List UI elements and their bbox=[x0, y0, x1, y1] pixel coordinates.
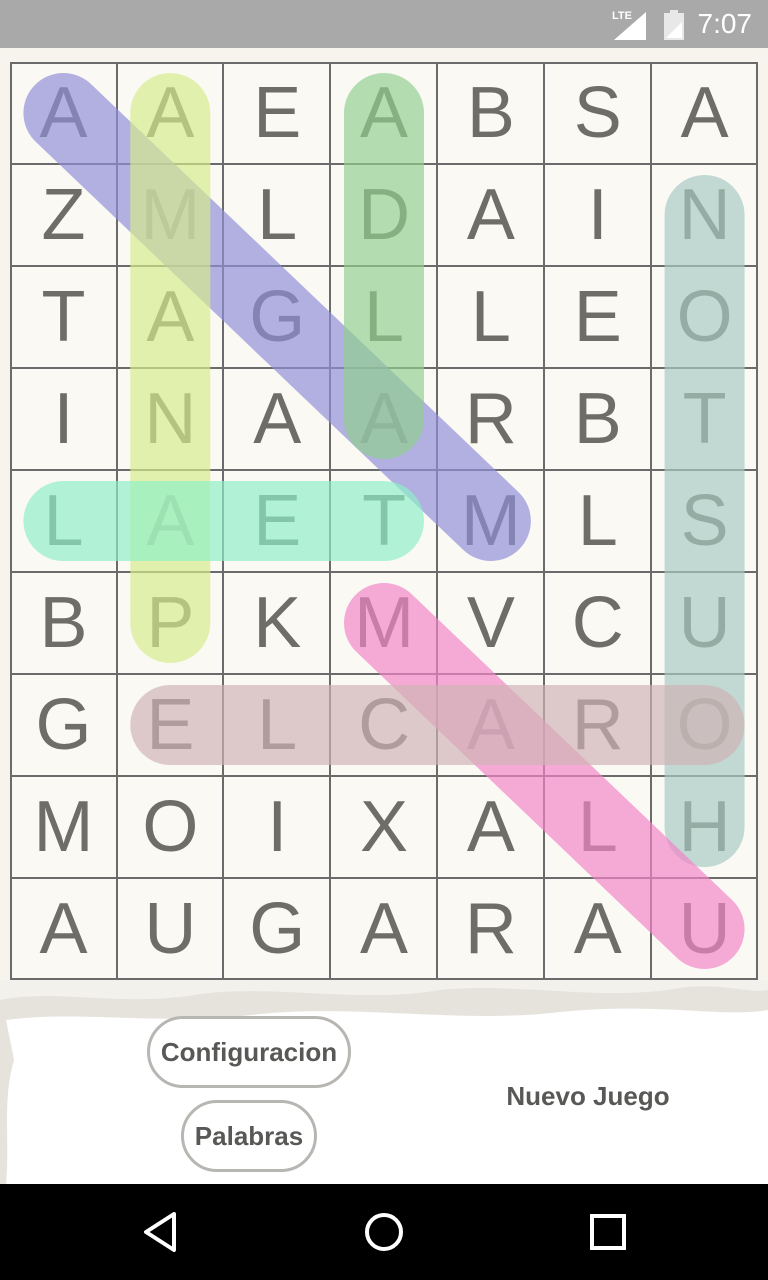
status-bar: LTE 7:07 bbox=[0, 0, 768, 48]
home-icon[interactable] bbox=[358, 1206, 410, 1258]
battery-icon bbox=[664, 10, 684, 40]
words-button[interactable]: Palabras bbox=[181, 1100, 317, 1172]
found-word-highlight bbox=[23, 73, 531, 561]
found-word-highlight bbox=[343, 583, 745, 969]
signal-icon bbox=[614, 12, 646, 40]
configuration-label: Configuracion bbox=[160, 1036, 338, 1067]
navigation-bar bbox=[0, 1184, 768, 1280]
found-word-highlights bbox=[23, 73, 745, 969]
word-search-board[interactable]: AAEABSAZMLDAINTAGLLEOINAARBTLAETMLSBPKMV… bbox=[10, 62, 758, 980]
clock: 7:07 bbox=[697, 8, 753, 39]
configuration-button[interactable]: Configuracion bbox=[147, 1016, 351, 1088]
new-game-button[interactable]: Nuevo Juego bbox=[478, 1076, 698, 1116]
words-label: Palabras bbox=[194, 1120, 304, 1151]
recents-icon[interactable] bbox=[582, 1206, 634, 1258]
back-icon[interactable] bbox=[134, 1206, 186, 1258]
new-game-label: Nuevo Juego bbox=[506, 1080, 670, 1111]
